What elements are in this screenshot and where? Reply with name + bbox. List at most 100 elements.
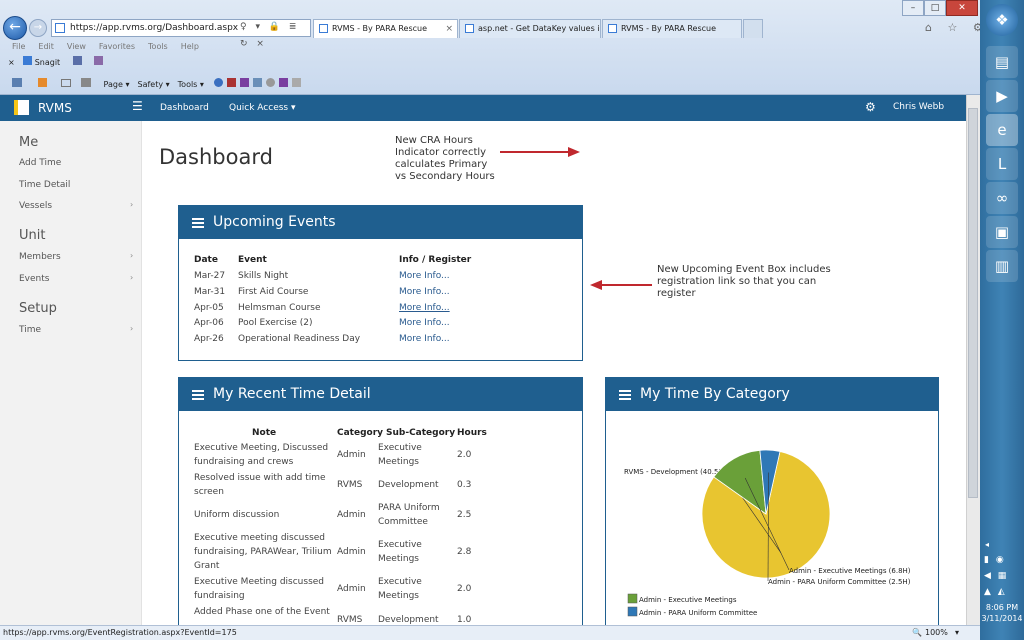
recent-time-panel: My Recent Time Detail Note Category Sub-… bbox=[178, 377, 583, 627]
event-more-info-link[interactable]: More Info... bbox=[399, 271, 450, 281]
snagit-icon[interactable] bbox=[22, 56, 32, 65]
snagit-capture-icon[interactable] bbox=[72, 56, 82, 65]
sidebar-item-time-detail[interactable]: Time Detail bbox=[19, 180, 70, 190]
event-date: Apr-06 bbox=[194, 318, 224, 328]
close-tab-icon[interactable]: × bbox=[445, 20, 453, 38]
event-more-info-link[interactable]: More Info... bbox=[399, 287, 450, 297]
legend-label: Admin - Executive Meetings bbox=[639, 596, 737, 604]
menu-view[interactable]: View bbox=[67, 42, 86, 51]
time-note: Added Phase one of the Event bbox=[194, 607, 330, 617]
nav-dashboard-link[interactable]: Dashboard bbox=[160, 103, 209, 113]
user-name[interactable]: Chris Webb bbox=[893, 102, 944, 112]
chevron-down-icon[interactable]: ▾ bbox=[955, 626, 959, 640]
mail-icon[interactable] bbox=[61, 79, 71, 87]
window-controls: – □ ✕ bbox=[902, 0, 978, 16]
feeds-icon[interactable] bbox=[38, 78, 47, 87]
nav-quick-access-menu[interactable]: Quick Access ▾ bbox=[229, 103, 296, 113]
sidebar-item-time[interactable]: Time bbox=[19, 325, 41, 335]
event-name: Helmsman Course bbox=[238, 303, 321, 313]
lync-icon[interactable]: L bbox=[986, 148, 1018, 180]
sidebar-item-vessels[interactable]: Vessels bbox=[19, 201, 52, 211]
back-button[interactable]: ← bbox=[3, 16, 27, 40]
menu-tools[interactable]: Tools bbox=[148, 42, 168, 51]
browser-tab[interactable]: RVMS - By PARA Rescue × bbox=[313, 19, 458, 38]
time-category: Admin bbox=[337, 510, 366, 520]
close-window-button[interactable]: ✕ bbox=[946, 0, 978, 16]
menu-favorites[interactable]: Favorites bbox=[99, 42, 135, 51]
snagit-window-icon[interactable] bbox=[94, 56, 104, 65]
cra-hours-label: CRA Hours bbox=[647, 158, 690, 167]
sidebar-item-events[interactable]: Events bbox=[19, 274, 49, 284]
event-more-info-link[interactable]: More Info... bbox=[399, 303, 450, 313]
clock-icon bbox=[611, 144, 633, 166]
chevron-right-icon: › bbox=[130, 200, 134, 209]
annotation-line: vs Secondary Hours bbox=[395, 171, 495, 182]
time-note: Executive Meeting, Discussed bbox=[194, 443, 329, 453]
app-icon[interactable]: ∞ bbox=[986, 182, 1018, 214]
annotation-line: registration link so that you can bbox=[657, 276, 817, 287]
onenote-send-icon[interactable] bbox=[279, 78, 289, 87]
sidebar: Me Add Time Time Detail Vessels › Unit M… bbox=[0, 121, 142, 640]
snagit-label[interactable]: Snagit bbox=[35, 58, 61, 67]
new-tab-button[interactable] bbox=[743, 19, 763, 38]
annotation-cra: New CRA Hours Indicator correctly calcul… bbox=[395, 135, 495, 183]
start-button[interactable]: ❖ bbox=[986, 4, 1018, 36]
taskbar-clock[interactable]: 8:06 PM 3/11/2014 bbox=[980, 602, 1024, 624]
tray-icons[interactable]: ▮ ◉ bbox=[984, 555, 1006, 565]
scrollbar-thumb[interactable] bbox=[968, 108, 978, 498]
page-menu[interactable]: Page ▾ bbox=[104, 80, 130, 89]
time-subcategory: Development bbox=[378, 480, 439, 490]
event-more-info-link[interactable]: More Info... bbox=[399, 334, 450, 344]
cra-hours-value: 9.2 bbox=[647, 140, 667, 154]
safety-menu[interactable]: Safety ▾ bbox=[137, 80, 169, 89]
network-icon[interactable]: ▲ ◭ bbox=[984, 587, 1007, 597]
zoom-icon[interactable]: 🔍 bbox=[912, 626, 922, 640]
addon-icon[interactable] bbox=[253, 78, 263, 87]
tray-expand-icon[interactable]: ◂ bbox=[985, 540, 989, 549]
browser-tab[interactable]: asp.net - Get DataKey values in... bbox=[459, 19, 601, 38]
maximize-button[interactable]: □ bbox=[924, 0, 946, 16]
browser-tab[interactable]: RVMS - By PARA Rescue bbox=[602, 19, 742, 38]
print-icon[interactable] bbox=[81, 78, 91, 87]
menu-edit[interactable]: Edit bbox=[38, 42, 54, 51]
sidebar-item-add-time[interactable]: Add Time bbox=[19, 158, 61, 168]
time-subcategory: Development bbox=[378, 615, 439, 625]
book-icon[interactable]: ▥ bbox=[986, 250, 1018, 282]
sidebar-item-members[interactable]: Members bbox=[19, 252, 61, 262]
column-header: Hours bbox=[457, 428, 487, 438]
close-toolbar-icon[interactable]: × bbox=[8, 58, 15, 67]
clip-icon[interactable] bbox=[292, 78, 302, 87]
gear-icon[interactable]: ⚙ bbox=[865, 100, 876, 114]
menu-help[interactable]: Help bbox=[181, 42, 199, 51]
annotation-line: Indicator correctly bbox=[395, 147, 487, 158]
chevron-right-icon: › bbox=[130, 324, 134, 333]
app-brand[interactable]: RVMS bbox=[38, 100, 72, 116]
time-subcategory: Committee bbox=[378, 517, 428, 527]
event-more-info-link[interactable]: More Info... bbox=[399, 318, 450, 328]
menu-toggle-icon[interactable]: ☰ bbox=[132, 99, 143, 113]
annotation-arrow-icon bbox=[590, 280, 652, 290]
tab-favicon-icon bbox=[319, 24, 328, 33]
help-icon[interactable] bbox=[214, 78, 224, 87]
settings-gear-icon[interactable] bbox=[266, 78, 276, 87]
address-controls[interactable]: ♀ ▾ 🔒 ≣ ↻ × bbox=[240, 19, 310, 49]
tools-menu[interactable]: Tools ▾ bbox=[178, 80, 204, 89]
column-header: Note bbox=[252, 428, 277, 438]
remote-desktop-icon[interactable]: ▣ bbox=[986, 216, 1018, 248]
internet-explorer-icon[interactable]: e bbox=[986, 114, 1018, 146]
research-icon[interactable] bbox=[227, 78, 237, 87]
volume-icon[interactable]: ◀ ▦ bbox=[984, 571, 1008, 581]
media-player-icon[interactable]: ▶ bbox=[986, 80, 1018, 112]
zoom-level[interactable]: 100% bbox=[925, 626, 948, 640]
minimize-button[interactable]: – bbox=[902, 0, 924, 16]
forward-button[interactable]: → bbox=[29, 19, 47, 37]
time-category: Admin bbox=[337, 547, 366, 557]
time-note: Uniform discussion bbox=[194, 510, 280, 520]
command-bar: Page ▾ Safety ▾ Tools ▾ bbox=[12, 78, 302, 89]
home-icon[interactable] bbox=[12, 78, 22, 87]
annotation-line: calculates Primary bbox=[395, 159, 488, 170]
onenote-icon[interactable] bbox=[240, 78, 250, 87]
menu-file[interactable]: File bbox=[12, 42, 25, 51]
folder-icon[interactable]: ▤ bbox=[986, 46, 1018, 78]
tab-label: RVMS - By PARA Rescue bbox=[621, 24, 717, 33]
